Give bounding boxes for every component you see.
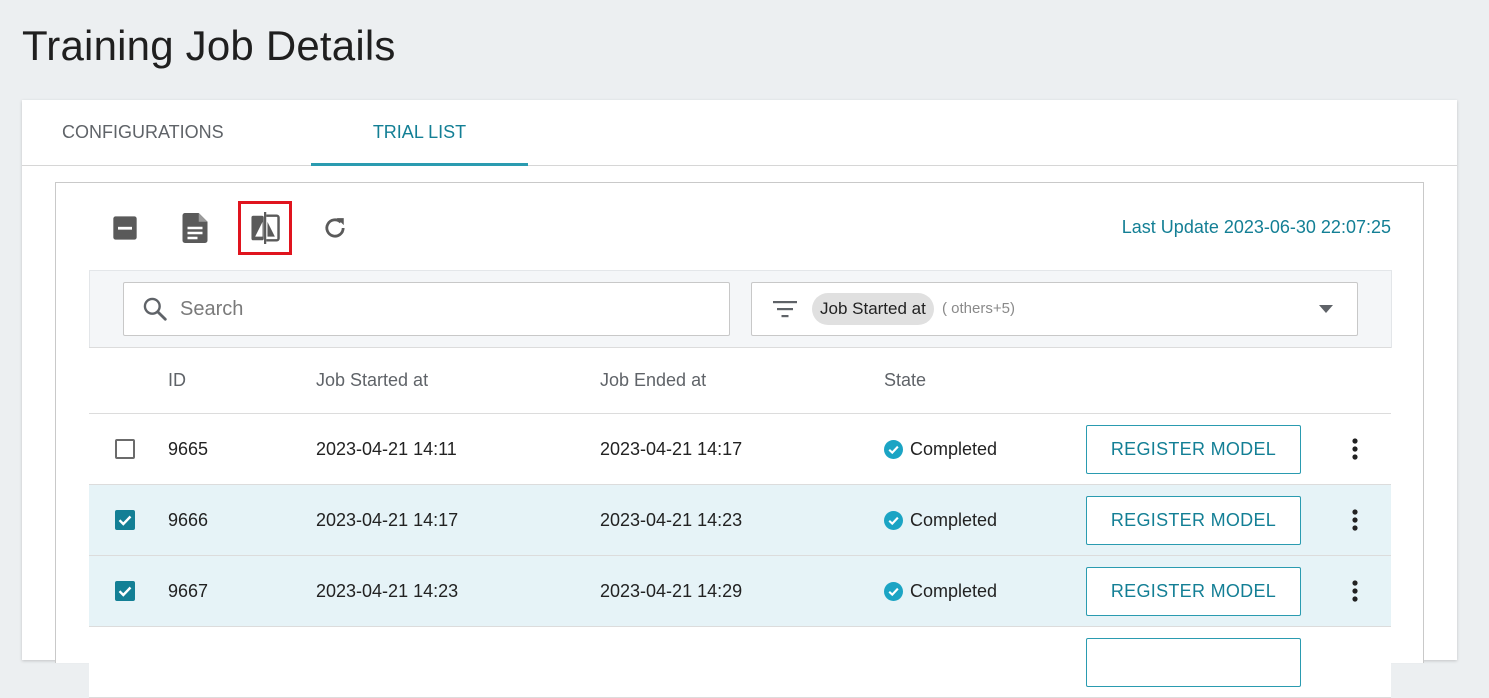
- details-button[interactable]: [168, 201, 222, 255]
- trial-table: ID Job Started at Job Ended at State 966…: [89, 347, 1391, 698]
- register-model-button[interactable]: [1086, 637, 1301, 687]
- trial-id: 9666: [168, 509, 209, 530]
- row-menu-button[interactable]: [1343, 500, 1367, 540]
- row-menu-button[interactable]: [1343, 429, 1367, 469]
- state-badge: Completed: [884, 510, 997, 531]
- trial-list-panel: Last Update 2023-06-30 22:07:25 Job Star…: [55, 182, 1424, 698]
- document-icon: [182, 213, 208, 243]
- collapse-button[interactable]: [98, 201, 152, 255]
- checkmark-icon: [118, 586, 132, 597]
- tab-bar: CONFIGURATIONS TRIAL LIST: [22, 100, 1457, 166]
- row-checkbox[interactable]: [115, 510, 135, 530]
- column-header-state[interactable]: State: [884, 348, 926, 413]
- column-filter-select[interactable]: Job Started at ( others+5): [751, 282, 1358, 336]
- refresh-button[interactable]: [308, 201, 362, 255]
- register-model-button[interactable]: REGISTER MODEL: [1086, 424, 1301, 474]
- checkmark-icon: [118, 515, 132, 526]
- compare-button[interactable]: [238, 201, 292, 255]
- tab-configurations[interactable]: CONFIGURATIONS: [62, 100, 312, 165]
- row-checkbox[interactable]: [115, 581, 135, 601]
- filter-icon: [773, 301, 797, 318]
- search-input[interactable]: [178, 291, 712, 327]
- job-ended: 2023-04-21 14:23: [600, 509, 743, 530]
- caret-down-icon: [1319, 305, 1333, 313]
- job-started: 2023-04-21 14:17: [316, 509, 459, 530]
- table-row[interactable]: [89, 627, 1391, 698]
- column-header-id[interactable]: ID: [168, 348, 186, 413]
- table-row[interactable]: 9666 2023-04-21 14:17 2023-04-21 14:23 C…: [89, 485, 1391, 556]
- refresh-icon: [325, 218, 345, 238]
- page-title: Training Job Details: [22, 22, 396, 69]
- collapse-icon: [113, 216, 137, 240]
- more-vertical-icon: [1352, 438, 1358, 460]
- trial-id: 9665: [168, 438, 209, 459]
- tab-trial-list[interactable]: TRIAL LIST: [311, 100, 528, 166]
- register-model-button[interactable]: REGISTER MODEL: [1086, 495, 1301, 545]
- state-badge: Completed: [884, 439, 997, 460]
- state-text: Completed: [910, 580, 998, 601]
- state-text: Completed: [910, 509, 998, 530]
- more-vertical-icon: [1352, 509, 1358, 531]
- row-checkbox[interactable]: [115, 439, 135, 459]
- check-circle-icon: [884, 439, 903, 459]
- search-icon: [143, 297, 167, 321]
- search-box: [123, 282, 730, 336]
- others-count: ( others+5): [942, 300, 1015, 317]
- column-header-ended[interactable]: Job Ended at: [600, 348, 706, 413]
- job-started: 2023-04-21 14:11: [316, 438, 457, 459]
- more-vertical-icon: [1352, 580, 1358, 602]
- job-details-card: CONFIGURATIONS TRIAL LIST Last Update 20…: [22, 100, 1457, 698]
- trial-id: 9667: [168, 580, 209, 601]
- table-row[interactable]: 9667 2023-04-21 14:23 2023-04-21 14:29 C…: [89, 556, 1391, 627]
- compare-icon: [251, 212, 280, 244]
- register-model-button[interactable]: REGISTER MODEL: [1086, 566, 1301, 616]
- row-menu-button[interactable]: [1343, 571, 1367, 611]
- check-circle-icon: [884, 581, 903, 601]
- filter-bar: Job Started at ( others+5): [89, 270, 1392, 348]
- job-ended: 2023-04-21 14:29: [600, 580, 743, 601]
- table-row[interactable]: 9665 2023-04-21 14:11 2023-04-21 14:17 C…: [89, 414, 1391, 485]
- job-ended: 2023-04-21 14:17: [600, 438, 743, 459]
- check-circle-icon: [884, 510, 903, 530]
- column-header-started[interactable]: Job Started at: [316, 348, 428, 413]
- table-header-row: ID Job Started at Job Ended at State: [89, 348, 1391, 414]
- column-chip[interactable]: Job Started at: [812, 293, 934, 325]
- state-text: Completed: [910, 438, 998, 459]
- state-badge: Completed: [884, 581, 997, 602]
- last-update-text: Last Update 2023-06-30 22:07:25: [1121, 217, 1391, 237]
- job-started: 2023-04-21 14:23: [316, 580, 459, 601]
